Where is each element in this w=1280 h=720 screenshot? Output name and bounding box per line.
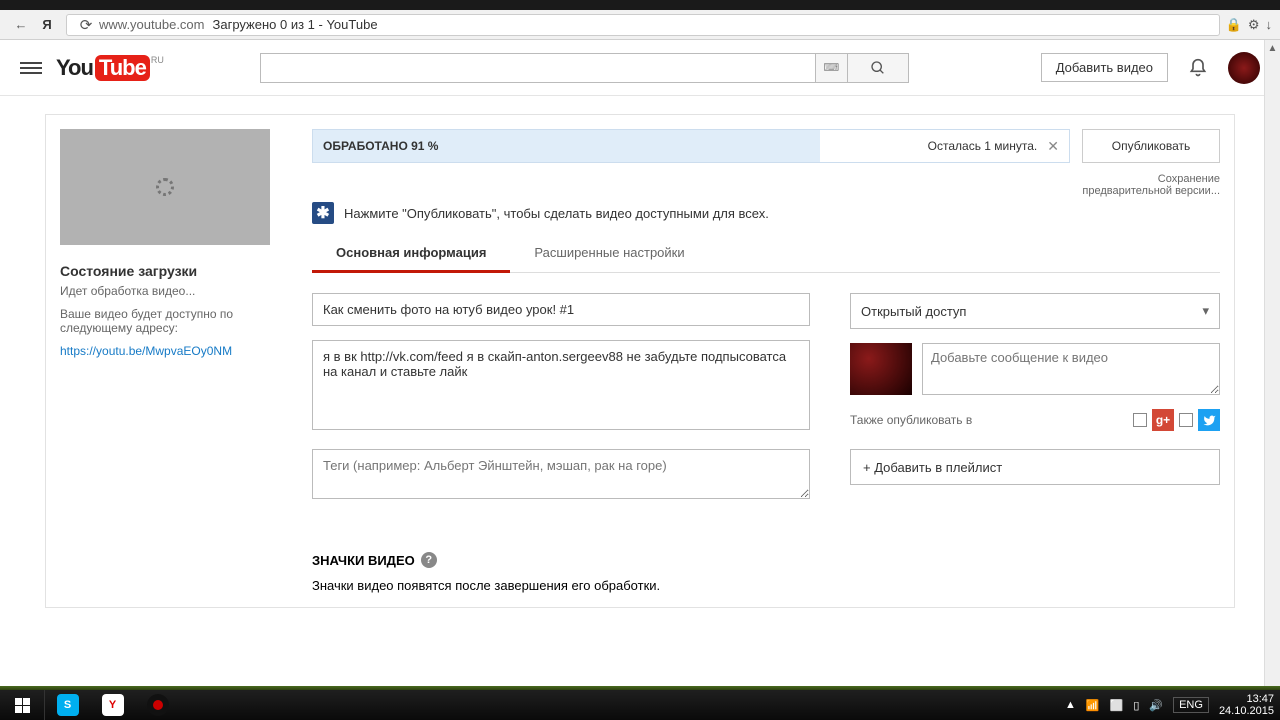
- save-status: Сохранение предварительной версии...: [1082, 173, 1220, 197]
- lock-icon: 🔒: [1226, 17, 1242, 33]
- hamburger-menu-icon[interactable]: [20, 62, 42, 74]
- video-thumbnail-placeholder: [60, 129, 270, 245]
- publish-button[interactable]: Опубликовать: [1082, 129, 1220, 163]
- back-icon[interactable]: ←: [11, 15, 31, 35]
- settings-tabs: Основная информация Расширенные настройк…: [312, 235, 1220, 273]
- windows-taskbar: S Y ▲ 📶 ⬜ ▯ 🔊 ENG 13:47 24.10.2015: [0, 690, 1280, 720]
- chevron-down-icon: ▾: [1202, 303, 1209, 319]
- youtube-masthead: YouTube RU ⌨ Добавить видео: [0, 40, 1280, 96]
- taskbar-recorder[interactable]: [135, 690, 180, 720]
- settings-gear-icon[interactable]: ⚙: [1248, 17, 1260, 33]
- upload-status-title: Состояние загрузки: [60, 263, 300, 279]
- upload-status-text: Идет обработка видео...: [60, 284, 300, 298]
- tray-network-icon[interactable]: 📶: [1086, 699, 1100, 712]
- page-scrollbar[interactable]: ▲: [1264, 40, 1280, 686]
- notifications-icon[interactable]: [1188, 58, 1208, 78]
- page-title: Загружено 0 из 1 - YouTube: [213, 17, 378, 32]
- publish-hint: ✱ Нажмите "Опубликовать", чтобы сделать …: [312, 197, 1220, 229]
- share-message-input[interactable]: [922, 343, 1220, 395]
- tab-advanced-settings[interactable]: Расширенные настройки: [510, 235, 708, 272]
- keyboard-icon[interactable]: ⌨: [815, 53, 847, 83]
- progress-status: ОБРАБОТАНО 91 %: [323, 139, 438, 153]
- processing-progress-bar: ОБРАБОТАНО 91 % Осталась 1 минута. ✕: [312, 129, 1070, 163]
- video-title-input[interactable]: [312, 293, 810, 326]
- video-description-input[interactable]: я в вк http://vk.com/feed я в скайп-anto…: [312, 340, 810, 430]
- tray-action-center-icon[interactable]: ⬜: [1110, 699, 1124, 712]
- youtube-logo[interactable]: YouTube RU: [56, 55, 150, 81]
- start-button[interactable]: [0, 690, 45, 720]
- url-note: Ваше видео будет доступно по следующему …: [60, 307, 300, 335]
- tray-clock[interactable]: 13:47 24.10.2015: [1219, 693, 1274, 717]
- share-avatar: [850, 343, 912, 395]
- dismiss-progress-icon[interactable]: ✕: [1047, 138, 1059, 155]
- browser-toolbar: ← Я ⟳ www.youtube.com Загружено 0 из 1 -…: [0, 10, 1280, 40]
- downloads-icon[interactable]: ↓: [1266, 17, 1273, 32]
- progress-time-left: Осталась 1 минута.: [928, 139, 1038, 153]
- address-bar[interactable]: ⟳ www.youtube.com Загружено 0 из 1 - You…: [66, 14, 1220, 36]
- taskbar-yandex[interactable]: Y: [90, 690, 135, 720]
- tray-language[interactable]: ENG: [1173, 697, 1209, 713]
- asterisk-icon: ✱: [312, 202, 334, 224]
- tray-battery-icon[interactable]: ▯: [1133, 699, 1139, 712]
- google-plus-checkbox[interactable]: [1133, 413, 1147, 427]
- thumbnails-note: Значки видео появятся после завершения е…: [312, 578, 810, 593]
- avatar[interactable]: [1228, 52, 1260, 84]
- locale-label: RU: [151, 55, 164, 65]
- tray-show-hidden-icon[interactable]: ▲: [1065, 699, 1076, 711]
- spinner-icon: [156, 178, 174, 196]
- google-plus-icon: g+: [1152, 409, 1174, 431]
- thumbnails-heading: ЗНАЧКИ ВИДЕО ?: [312, 552, 810, 568]
- tray-volume-icon[interactable]: 🔊: [1149, 699, 1163, 712]
- help-icon[interactable]: ?: [421, 552, 437, 568]
- also-publish-label: Также опубликовать в: [850, 413, 972, 427]
- search-button[interactable]: [847, 53, 909, 83]
- reload-icon[interactable]: ⟳: [76, 15, 96, 35]
- twitter-checkbox[interactable]: [1179, 413, 1193, 427]
- yandex-browser-icon[interactable]: Я: [37, 15, 57, 35]
- browser-tabstrip: [0, 0, 1280, 10]
- url-host: www.youtube.com: [99, 17, 213, 32]
- upload-card: Состояние загрузки Идет обработка видео.…: [45, 114, 1235, 608]
- add-to-playlist-button[interactable]: + Добавить в плейлист: [850, 449, 1220, 485]
- twitter-icon: [1198, 409, 1220, 431]
- tab-basic-info[interactable]: Основная информация: [312, 235, 510, 273]
- video-url-link[interactable]: https://youtu.be/MwpvaEOy0NM: [60, 344, 300, 358]
- scroll-up-icon[interactable]: ▲: [1265, 40, 1280, 56]
- taskbar-skype[interactable]: S: [45, 690, 90, 720]
- search-input[interactable]: [260, 53, 815, 83]
- privacy-select[interactable]: Открытый доступ ▾: [850, 293, 1220, 329]
- video-tags-input[interactable]: [312, 449, 810, 499]
- upload-button[interactable]: Добавить видео: [1041, 53, 1168, 82]
